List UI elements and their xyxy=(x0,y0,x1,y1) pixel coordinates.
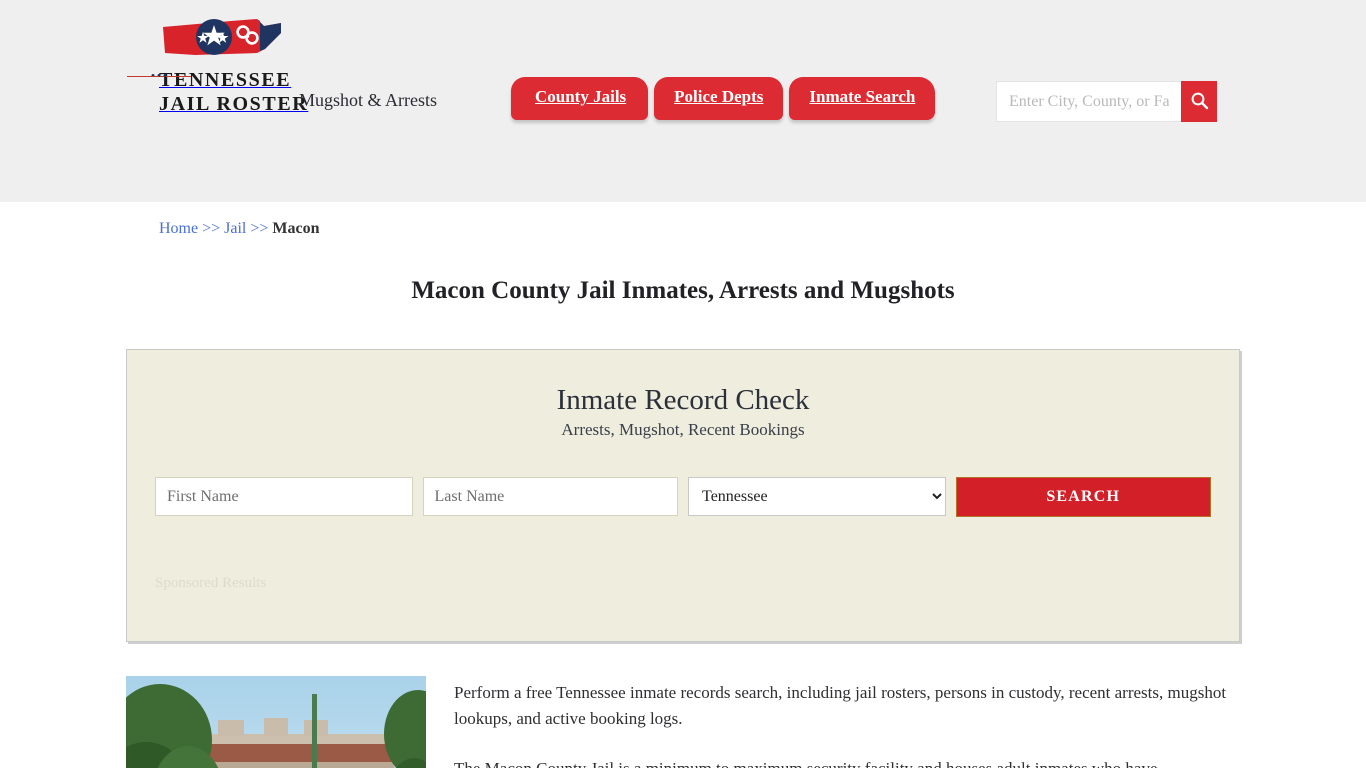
inmate-search-form: Tennessee SEARCH xyxy=(155,477,1211,517)
nav-tab-police-depts[interactable]: Police Depts xyxy=(654,77,784,120)
page-title: Macon County Jail Inmates, Arrests and M… xyxy=(411,277,955,304)
breadcrumb-separator-2: >> xyxy=(250,220,269,237)
breadcrumb-home[interactable]: Home xyxy=(159,220,198,237)
jail-building-photo xyxy=(126,676,426,768)
site-header: TENNESSEE JAIL ROSTER Mugshot & Arrests … xyxy=(0,0,1366,202)
nav-tab-inmate-search[interactable]: Inmate Search xyxy=(789,77,936,120)
tennessee-state-flag-handcuffs-icon xyxy=(161,19,283,67)
panel-title: Inmate Record Check xyxy=(556,384,810,416)
article-paragraph-1: Perform a free Tennessee inmate records … xyxy=(454,683,1227,728)
breadcrumb-current: Macon xyxy=(272,220,320,237)
nav-tab-county-jails[interactable]: County Jails xyxy=(511,77,649,120)
main-navigation: County Jails Police Depts Inmate Search xyxy=(511,77,941,120)
header-search xyxy=(996,81,1217,122)
first-name-input[interactable] xyxy=(155,477,413,516)
header-search-button[interactable] xyxy=(1181,81,1217,122)
article-body: Perform a free Tennessee inmate records … xyxy=(426,676,1240,768)
site-logo[interactable]: TENNESSEE JAIL ROSTER xyxy=(151,15,307,116)
brand-name-line1: TENNESSEE xyxy=(159,69,292,91)
inmate-record-check-panel: Inmate Record Check Arrests, Mugshot, Re… xyxy=(126,349,1240,642)
article-paragraph-2: The Macon County Jail is a minimum to ma… xyxy=(454,756,1240,768)
brand-name-line2: JAIL ROSTER xyxy=(159,93,309,115)
header-search-input[interactable] xyxy=(996,81,1181,122)
inmate-search-submit-button[interactable]: SEARCH xyxy=(955,477,1211,517)
breadcrumb: Home >> Jail >> Macon xyxy=(123,202,1243,238)
breadcrumb-jail[interactable]: Jail xyxy=(224,220,246,237)
site-tagline: Mugshot & Arrests xyxy=(299,90,438,110)
sponsored-results-label: Sponsored Results xyxy=(155,575,267,591)
panel-subtitle: Arrests, Mugshot, Recent Bookings xyxy=(561,420,805,439)
search-icon xyxy=(1190,91,1209,113)
breadcrumb-separator-1: >> xyxy=(202,220,221,237)
state-select[interactable]: Tennessee xyxy=(688,477,946,516)
page-main: Home >> Jail >> Macon Macon County Jail Inma… xyxy=(123,202,1243,768)
article-section: Perform a free Tennessee inmate records … xyxy=(123,676,1243,768)
last-name-input[interactable] xyxy=(422,477,679,516)
